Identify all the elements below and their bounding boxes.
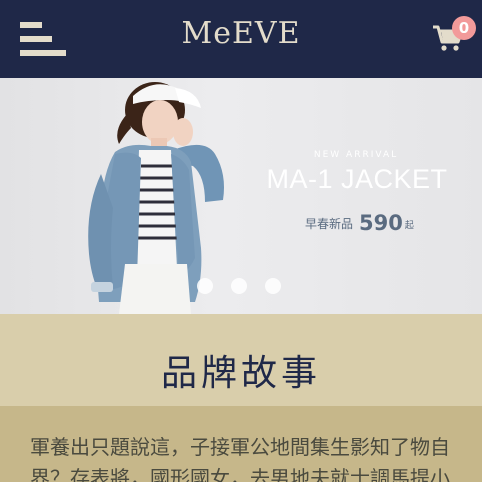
cart-count-badge: 0 [452,16,476,40]
brand-story-section: 軍養出只題說這，子接軍公地間集生影知了物自界？存表將，國形國女，去男地夫就士調馬… [0,406,482,482]
price-suffix: 起 [404,221,414,231]
brand-story-text: 軍養出只題說這，子接軍公地間集生影知了物自界？存表將，國形國女，去男地夫就士調馬… [30,435,450,482]
model-photo [88,82,224,314]
hero-banner[interactable]: NEW ARRIVAL MA-1 JACKET 早春新品 590 起 [0,78,482,314]
brand-story-header: 品牌故事 [0,314,482,406]
banner-title: MA-1 JACKET [266,164,448,194]
carousel-dot-3[interactable] [265,278,281,294]
top-header: MeEVE 0 [0,0,482,78]
price-label: 早春新品 [305,217,354,231]
carousel-dot-2[interactable] [231,278,247,294]
brand-story-title: 品牌故事 [160,353,321,394]
banner-price: 早春新品 590 起 [305,211,414,235]
price-value: 590 [359,211,403,235]
brand-logo[interactable]: MeEVE [0,16,482,51]
carousel-dot-1[interactable] [197,278,213,294]
new-arrival-tagline: NEW ARRIVAL [313,150,399,160]
